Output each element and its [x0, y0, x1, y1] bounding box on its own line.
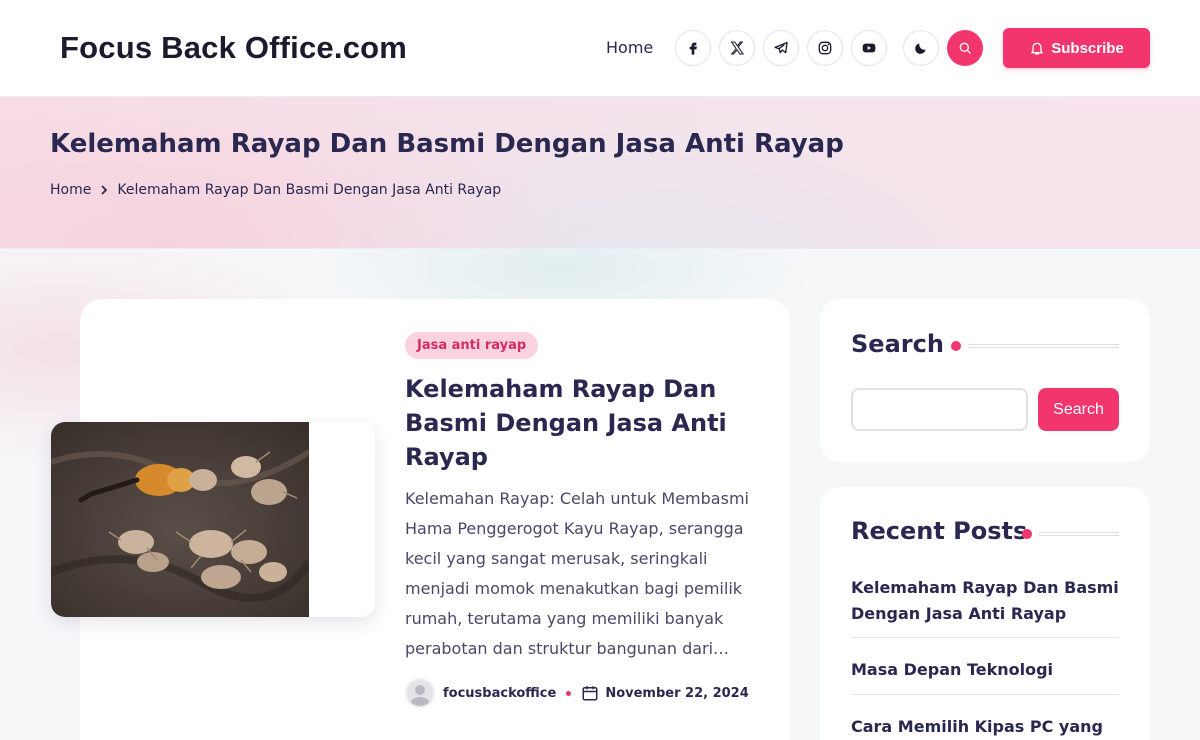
- facebook-button[interactable]: [675, 30, 711, 66]
- page-hero: Kelemaham Rayap Dan Basmi Dengan Jasa An…: [0, 97, 1200, 249]
- termite-photo: [51, 422, 309, 617]
- header-search-button[interactable]: [947, 30, 983, 66]
- calendar-icon: [582, 686, 598, 701]
- x-twitter-button[interactable]: [719, 30, 755, 66]
- breadcrumb-current: Kelemaham Rayap Dan Basmi Dengan Jasa An…: [117, 182, 502, 198]
- breadcrumb: Home Kelemaham Rayap Dan Basmi Dengan Ja…: [50, 182, 501, 198]
- search-widget: Search: [820, 299, 1150, 462]
- post-date[interactable]: November 22, 2024: [605, 686, 748, 701]
- search-icon: [959, 42, 971, 54]
- subscribe-label: Subscribe: [1051, 39, 1124, 57]
- post-thumbnail[interactable]: [51, 422, 375, 617]
- author-avatar[interactable]: [405, 678, 435, 708]
- instagram-button[interactable]: [807, 30, 843, 66]
- bell-icon: [1031, 42, 1044, 55]
- title-accent-line: [968, 344, 1119, 348]
- post-meta: focusbackoffice November 22, 2024: [405, 678, 749, 708]
- site-title[interactable]: Focus Back Office.com: [60, 30, 407, 66]
- recent-post-link[interactable]: Cara Memilih Kipas PC yang: [851, 714, 1119, 740]
- youtube-button[interactable]: [851, 30, 887, 66]
- search-widget-title: Search: [851, 330, 944, 358]
- dark-mode-toggle[interactable]: [903, 30, 939, 66]
- chevron-right-icon: [101, 185, 108, 195]
- title-accent-line: [1039, 532, 1119, 536]
- meta-separator: [566, 690, 572, 696]
- page-title: Kelemaham Rayap Dan Basmi Dengan Jasa An…: [50, 129, 844, 159]
- recent-post-link[interactable]: Masa Depan Teknologi: [851, 657, 1119, 683]
- instagram-icon: [818, 41, 832, 55]
- telegram-icon: [774, 42, 788, 54]
- recent-divider: [851, 694, 1119, 695]
- title-accent-dot: [1022, 529, 1032, 539]
- recent-post-link[interactable]: Kelemaham Rayap Dan Basmi Dengan Jasa An…: [851, 575, 1119, 627]
- nav-home-link[interactable]: Home: [606, 38, 653, 57]
- search-input[interactable]: [851, 388, 1028, 431]
- post-author[interactable]: focusbackoffice: [443, 686, 556, 701]
- telegram-button[interactable]: [763, 30, 799, 66]
- recent-divider: [851, 637, 1119, 638]
- x-twitter-icon: [730, 41, 744, 55]
- breadcrumb-home-link[interactable]: Home: [50, 182, 91, 198]
- recent-posts-title: Recent Posts: [851, 517, 1028, 545]
- site-header: Focus Back Office.com Home Subscribe: [0, 0, 1200, 97]
- facebook-icon: [689, 42, 697, 55]
- youtube-icon: [862, 43, 876, 53]
- subscribe-button[interactable]: Subscribe: [1003, 28, 1150, 68]
- title-accent-dot: [951, 341, 961, 351]
- post-title[interactable]: Kelemaham Rayap Dan Basmi Dengan Jasa An…: [405, 372, 765, 474]
- post-excerpt: Kelemahan Rayap: Celah untuk Membasmi Ha…: [405, 489, 749, 658]
- search-submit-button[interactable]: Search: [1038, 388, 1119, 431]
- category-badge[interactable]: Jasa anti rayap: [405, 332, 539, 359]
- moon-icon: [915, 43, 926, 54]
